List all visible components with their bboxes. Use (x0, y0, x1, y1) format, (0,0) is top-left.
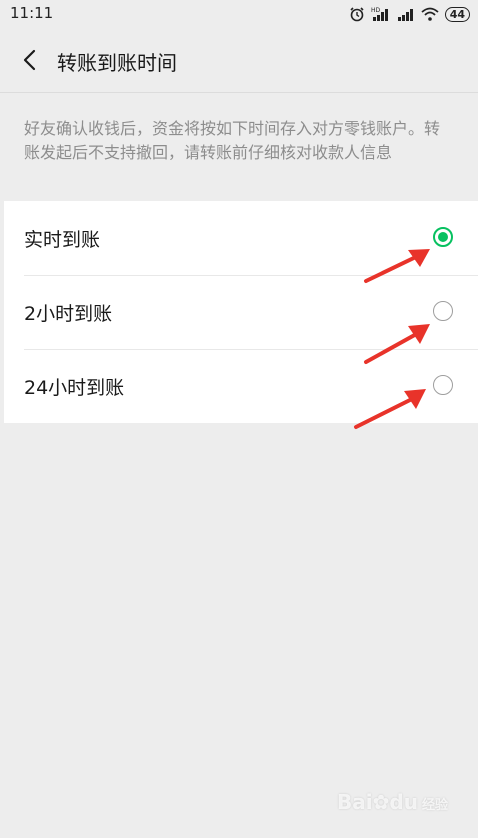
watermark-logo: Bai✿du 经验 (337, 790, 448, 814)
radio-unchecked-icon[interactable] (433, 375, 453, 395)
option-realtime[interactable]: 实时到账 (4, 201, 478, 275)
alarm-icon (350, 7, 364, 22)
radio-unchecked-icon[interactable] (433, 301, 453, 321)
status-bar: 11:11 HD 44 (0, 0, 478, 28)
wifi-icon (421, 7, 439, 21)
page-title: 转账到账时间 (57, 51, 177, 75)
arrival-time-options: 实时到账 2小时到账 24小时到账 (4, 201, 478, 423)
chevron-left-icon (23, 49, 36, 71)
status-icons: HD 44 (349, 4, 470, 24)
option-24-hours[interactable]: 24小时到账 (4, 349, 478, 423)
signal-icon (397, 9, 413, 21)
svg-text:HD: HD (371, 7, 381, 14)
back-button[interactable] (14, 44, 46, 76)
hd-signal-icon: HD (371, 7, 388, 21)
radio-checked-icon[interactable] (433, 227, 453, 247)
option-label: 实时到账 (24, 229, 101, 251)
nav-header: 转账到账时间 (0, 28, 478, 93)
option-label: 24小时到账 (24, 377, 125, 399)
battery-icon: 44 (444, 6, 470, 22)
option-label: 2小时到账 (24, 303, 113, 325)
status-time: 11:11 (10, 4, 54, 22)
description-text: 好友确认收钱后，资金将按如下时间存入对方零钱账户。转账发起后不支持撤回，请转账前… (24, 119, 441, 162)
option-2-hours[interactable]: 2小时到账 (4, 275, 478, 349)
